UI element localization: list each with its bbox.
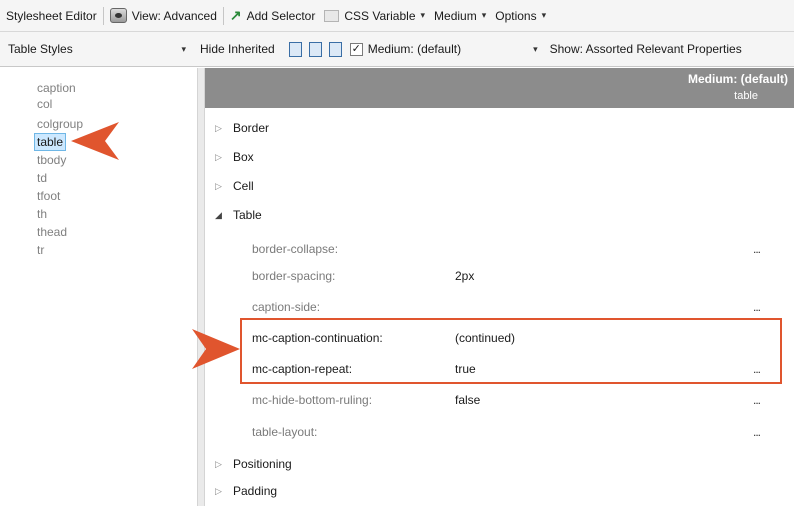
more-button[interactable]: ... bbox=[753, 242, 761, 256]
show-properties-label: Show: Assorted Relevant Properties bbox=[549, 42, 742, 56]
css-variable-label: CSS Variable bbox=[344, 8, 416, 23]
more-button[interactable]: ... bbox=[753, 300, 761, 314]
styles-combo-label: Table Styles bbox=[8, 42, 73, 56]
group-padding[interactable]: ▷ Padding bbox=[215, 484, 277, 498]
collapse-triangle-icon: ◢ bbox=[215, 209, 222, 220]
selector-tfoot[interactable]: tfoot bbox=[35, 188, 62, 204]
chevron-down-icon: ▾ bbox=[481, 10, 487, 20]
property-grid: Medium: (default) table ▷ Border ▷ Box ▷… bbox=[205, 68, 794, 506]
stylesheet-editor-title: Stylesheet Editor bbox=[0, 0, 97, 31]
pane-splitter[interactable] bbox=[197, 68, 205, 506]
main-toolbar: Stylesheet Editor View: Advanced ↗ Add S… bbox=[0, 0, 794, 32]
selector-tr[interactable]: tr bbox=[35, 242, 46, 258]
column-header-selector: table bbox=[734, 90, 758, 102]
medium-checkbox[interactable]: ✓ bbox=[349, 42, 363, 56]
selector-tbody[interactable]: tbody bbox=[35, 152, 68, 168]
group-positioning-label: Positioning bbox=[233, 457, 292, 471]
css-variable-button[interactable]: CSS Variable ▾ bbox=[324, 0, 425, 31]
view-icon bbox=[109, 8, 127, 23]
toolbar-separator bbox=[222, 6, 224, 25]
group-table[interactable]: ◢ Table bbox=[215, 208, 262, 222]
group-border[interactable]: ▷ Border bbox=[215, 121, 269, 135]
show-properties-combo[interactable]: Show: Assorted Relevant Properties bbox=[550, 32, 742, 66]
selector-table[interactable]: table bbox=[34, 133, 67, 151]
options-menu-label: Options bbox=[495, 8, 537, 23]
add-page-icon[interactable] bbox=[328, 41, 342, 57]
more-button[interactable]: ... bbox=[753, 393, 761, 407]
highlight-box bbox=[240, 318, 782, 384]
medium-menu-button[interactable]: Medium ▾ bbox=[434, 0, 486, 31]
group-cell-label: Cell bbox=[233, 179, 254, 193]
column-header-medium: Medium: (default) bbox=[688, 72, 788, 86]
selector-td[interactable]: td bbox=[35, 170, 49, 186]
add-selector-label: Add Selector bbox=[246, 8, 316, 23]
callout-arrow-icon bbox=[192, 329, 240, 369]
medium-checkbox-label: Medium: (default) bbox=[367, 42, 462, 56]
selector-list: caption col colgroup table tbody td tfoo… bbox=[0, 68, 197, 506]
copy-icon[interactable] bbox=[308, 41, 322, 57]
add-selector-icon: ↗ bbox=[229, 7, 242, 23]
callout-arrow-icon bbox=[71, 122, 119, 160]
selector-thead[interactable]: thead bbox=[35, 224, 69, 240]
group-padding-label: Padding bbox=[233, 484, 278, 498]
styles-combo[interactable]: Table Styles ▾ bbox=[0, 32, 194, 66]
hide-inherited-button[interactable]: Hide Inherited bbox=[200, 32, 275, 66]
selector-caption[interactable]: caption bbox=[35, 80, 78, 96]
expand-triangle-icon: ▷ bbox=[215, 485, 222, 496]
css-variable-icon bbox=[324, 9, 340, 22]
view-label: View: Advanced bbox=[131, 8, 217, 23]
group-box[interactable]: ▷ Box bbox=[215, 150, 254, 164]
expand-triangle-icon: ▷ bbox=[215, 151, 222, 162]
group-box-label: Box bbox=[233, 150, 254, 164]
property-value[interactable]: 2px bbox=[455, 269, 474, 283]
view-icons-group bbox=[288, 32, 342, 66]
editor-title-label: Stylesheet Editor bbox=[6, 8, 97, 23]
group-cell[interactable]: ▷ Cell bbox=[215, 179, 254, 193]
add-selector-button[interactable]: ↗ Add Selector bbox=[230, 0, 315, 31]
chevron-down-icon: ▾ bbox=[541, 10, 547, 20]
group-positioning[interactable]: ▷ Positioning bbox=[215, 457, 292, 471]
chevron-down-icon: ▾ bbox=[420, 10, 426, 20]
medium-checkbox-item[interactable]: ✓ Medium: (default) bbox=[349, 32, 462, 66]
property-value[interactable]: false bbox=[455, 393, 480, 407]
medium-menu-label: Medium bbox=[434, 8, 477, 23]
selector-th[interactable]: th bbox=[35, 206, 49, 222]
property-name: table-layout: bbox=[252, 425, 318, 439]
property-name: border-spacing: bbox=[252, 269, 336, 283]
more-button[interactable]: ... bbox=[753, 425, 761, 439]
list-view-icon[interactable] bbox=[288, 41, 302, 57]
property-name: border-collapse: bbox=[252, 242, 339, 256]
selector-col[interactable]: col bbox=[35, 96, 54, 112]
medium-dropdown-chevron-icon[interactable]: ▾ bbox=[533, 44, 538, 55]
property-name: caption-side: bbox=[252, 300, 321, 314]
hide-inherited-label: Hide Inherited bbox=[200, 42, 275, 56]
options-menu-button[interactable]: Options ▾ bbox=[495, 0, 546, 31]
chevron-down-icon: ▾ bbox=[181, 43, 186, 54]
view-advanced-button[interactable]: View: Advanced bbox=[109, 0, 217, 31]
medium-column-header: Medium: (default) table bbox=[205, 68, 794, 108]
toolbar-separator bbox=[102, 6, 104, 25]
group-table-label: Table bbox=[233, 208, 262, 222]
group-border-label: Border bbox=[233, 121, 270, 135]
property-name: mc-hide-bottom-ruling: bbox=[252, 393, 373, 407]
expand-triangle-icon: ▷ bbox=[215, 122, 222, 133]
expand-triangle-icon: ▷ bbox=[215, 180, 222, 191]
expand-triangle-icon: ▷ bbox=[215, 458, 222, 469]
filter-toolbar: Table Styles ▾ Hide Inherited ✓ Medium: … bbox=[0, 32, 794, 67]
